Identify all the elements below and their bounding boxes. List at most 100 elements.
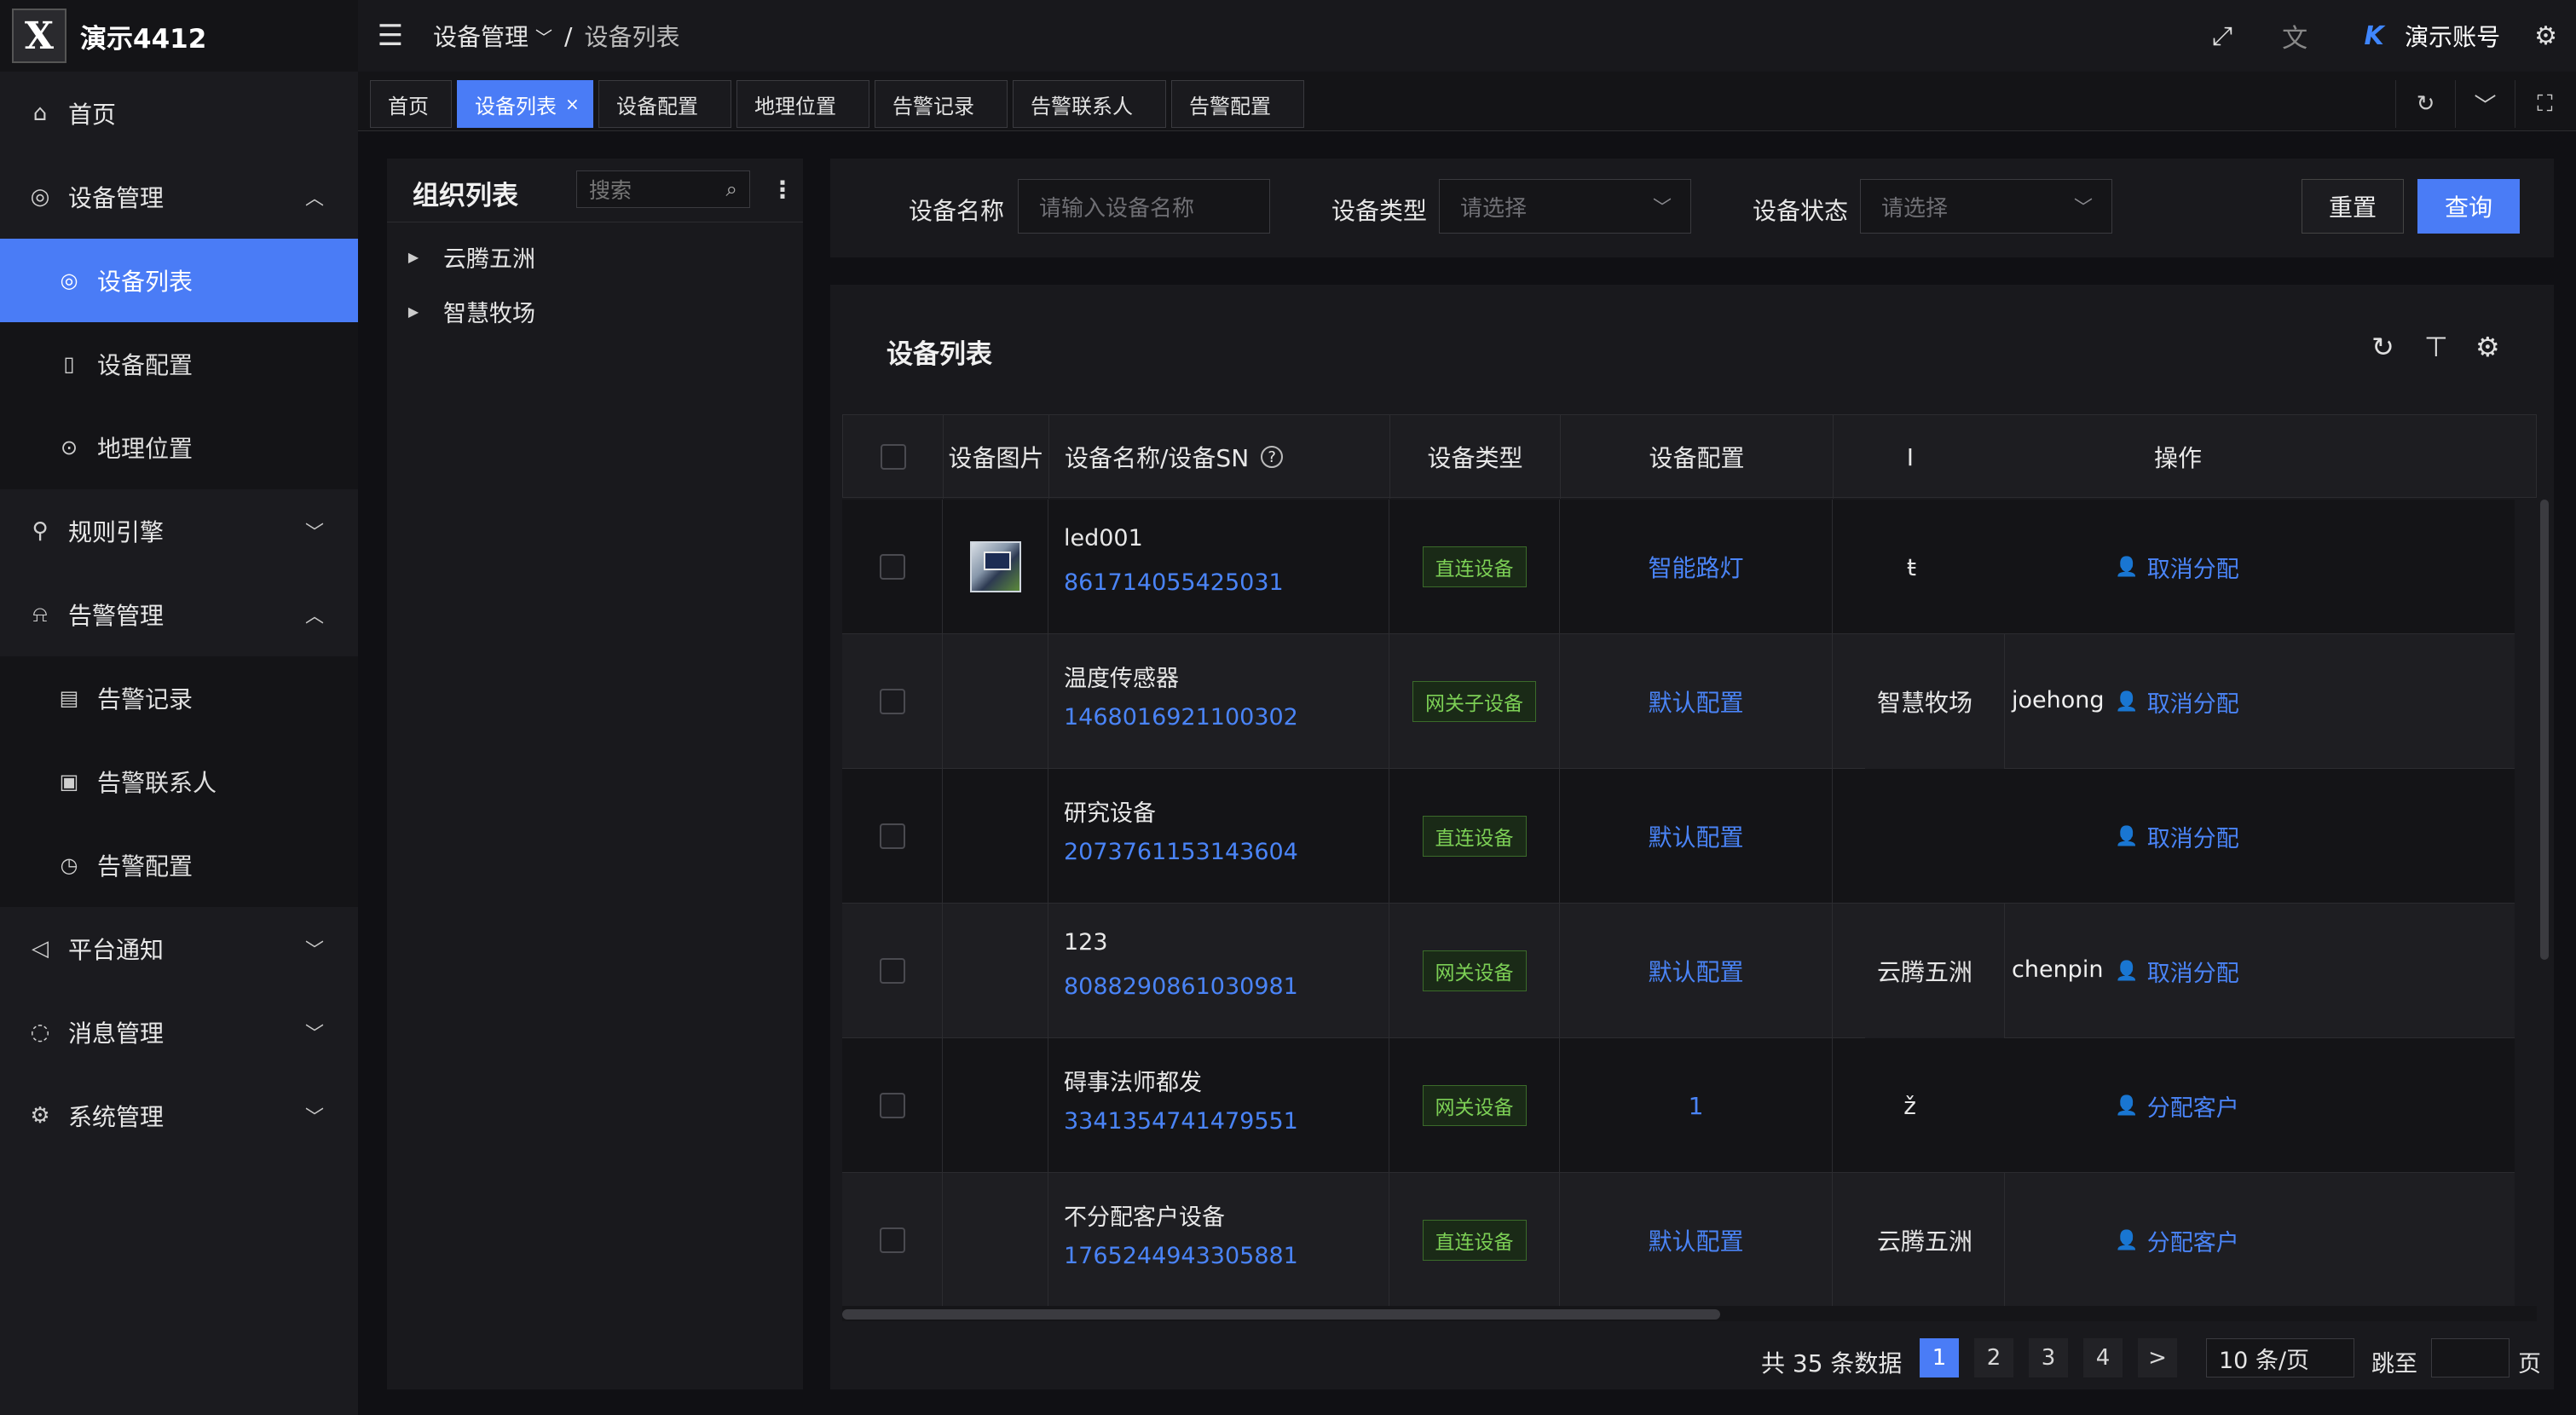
- chevron-down-icon[interactable]: ﹀: [2455, 80, 2515, 128]
- column-height-icon[interactable]: ⊤: [2424, 331, 2448, 363]
- vertical-scrollbar[interactable]: [2540, 500, 2549, 960]
- op-link[interactable]: 👤 取消分配: [2115, 685, 2238, 719]
- tab-bar: 首页 设备列表 × 设备配置 地理位置 告警记录 告警联系人 告警配置 ↻ ﹀ ⛶: [358, 72, 2576, 131]
- table-row: led001 861714055425031 直连设备 智能路灯 ŧ 👤 取消分配: [842, 500, 2515, 634]
- op-link[interactable]: 👤 取消分配: [2115, 955, 2238, 988]
- device-thumbnail[interactable]: [969, 541, 1021, 592]
- device-config-link[interactable]: 智能路灯: [1648, 550, 1743, 584]
- sidebar-item-device-list[interactable]: ◎ 设备列表: [0, 239, 358, 322]
- row-checkbox[interactable]: [879, 958, 905, 984]
- sidebar-item-system-mgmt[interactable]: ⚙ 系统管理 ﹀: [0, 1074, 358, 1158]
- breadcrumb-item[interactable]: 设备管理: [433, 19, 528, 53]
- more-vertical-icon[interactable]: ⋮: [771, 176, 794, 204]
- tab-geo-location[interactable]: 地理位置: [736, 80, 869, 128]
- sidebar-item-home[interactable]: ⌂ 首页: [0, 72, 358, 155]
- device-config-link[interactable]: 默认配置: [1648, 684, 1743, 719]
- gear-icon[interactable]: ⚙: [2534, 21, 2557, 51]
- op-link[interactable]: 👤 取消分配: [2115, 820, 2238, 853]
- page-button[interactable]: 4: [2083, 1338, 2123, 1377]
- scrollbar-thumb[interactable]: [842, 1309, 1720, 1320]
- op-cell: 👤 取消分配: [1921, 500, 2433, 634]
- page-button[interactable]: 1: [1920, 1338, 1959, 1377]
- sidebar-item-platform-notice[interactable]: ◁ 平台通知 ﹀: [0, 907, 358, 991]
- sidebar-item-geo-location[interactable]: ⊙ 地理位置: [0, 406, 358, 489]
- device-config-link[interactable]: 默认配置: [1648, 954, 1743, 988]
- device-sn-link[interactable]: 1468016921100302: [1064, 704, 1298, 731]
- sidebar-item-rule-engine[interactable]: ⚲ 规则引擎 ﹀: [0, 489, 358, 573]
- device-type-select[interactable]: 请选择 ﹀: [1439, 179, 1691, 234]
- sidebar-item-alarm-records[interactable]: ▤ 告警记录: [0, 656, 358, 740]
- row-checkbox[interactable]: [879, 823, 905, 849]
- page-button[interactable]: 3: [2029, 1338, 2068, 1377]
- refresh-icon[interactable]: ↻: [2395, 80, 2455, 128]
- gear-icon[interactable]: ⚙: [2475, 331, 2500, 363]
- sidebar-item-device-mgmt[interactable]: ◎ 设备管理 ︿: [0, 155, 358, 239]
- sidebar-item-alarm-contacts[interactable]: ▣ 告警联系人: [0, 740, 358, 823]
- close-icon[interactable]: ×: [565, 94, 580, 114]
- row-checkbox[interactable]: [879, 1093, 905, 1118]
- chevron-down-icon: ﹀: [1652, 198, 1672, 219]
- tab-device-list[interactable]: 设备列表 ×: [457, 80, 593, 128]
- sidebar-item-message-mgmt[interactable]: ◌ 消息管理 ﹀: [0, 991, 358, 1074]
- row-checkbox[interactable]: [879, 554, 905, 580]
- column-header-label: 操作: [2153, 444, 2202, 472]
- translate-icon[interactable]: 文: [2282, 17, 2307, 55]
- user-icon: 👤: [2115, 690, 2139, 713]
- device-sn-link[interactable]: 1765244943305881: [1064, 1243, 1298, 1269]
- next-page-button[interactable]: >: [2138, 1338, 2177, 1377]
- jump-page-input[interactable]: [2431, 1338, 2510, 1377]
- tab-alarm-config[interactable]: 告警配置: [1171, 80, 1304, 128]
- sidebar-item-label: 规则引擎: [68, 518, 165, 546]
- maximize-icon[interactable]: ⛶: [2515, 80, 2574, 128]
- page-button[interactable]: 2: [1974, 1338, 2013, 1377]
- search-placeholder: 搜索: [589, 178, 632, 203]
- alarm-submenu: ▤ 告警记录 ▣ 告警联系人 ◷ 告警配置: [0, 656, 358, 907]
- tab-alarm-records[interactable]: 告警记录: [875, 80, 1008, 128]
- select-all-checkbox[interactable]: [880, 444, 906, 470]
- account-name[interactable]: 演示账号: [2405, 19, 2500, 53]
- menu-collapse-icon[interactable]: ☰: [373, 19, 407, 53]
- device-config-link[interactable]: 1: [1689, 1092, 1704, 1120]
- refresh-icon[interactable]: ↻: [2371, 331, 2394, 363]
- device-status-select[interactable]: 请选择 ﹀: [1860, 179, 2112, 234]
- sidebar-item-alarm-mgmt[interactable]: ⍾ 告警管理 ︿: [0, 573, 358, 656]
- type-cell: 网关设备: [1389, 904, 1560, 1038]
- sidebar-item-alarm-config[interactable]: ◷ 告警配置: [0, 823, 358, 907]
- row-checkbox[interactable]: [879, 1227, 905, 1253]
- device-config-link[interactable]: 默认配置: [1648, 819, 1743, 853]
- column-header: 设备名称/设备SN ?: [1049, 415, 1390, 499]
- caret-right-icon[interactable]: ▶: [401, 303, 426, 320]
- op-link[interactable]: 👤 分配客户: [2115, 1089, 2238, 1123]
- overlap-text: joehong: [2012, 687, 2105, 713]
- org-search-input[interactable]: 搜索 ⌕: [576, 170, 750, 208]
- horizontal-scrollbar[interactable]: [842, 1306, 2537, 1321]
- select-cell: [842, 1173, 943, 1308]
- tab-home[interactable]: 首页: [370, 80, 452, 128]
- device-sn-link[interactable]: 2073761153143604: [1064, 839, 1298, 865]
- device-name-input[interactable]: 请输入设备名称: [1018, 179, 1270, 234]
- chevron-down-icon[interactable]: ﹀: [535, 24, 552, 49]
- device-sn-link[interactable]: 8088290861030981: [1064, 973, 1298, 1000]
- device-sn-link[interactable]: 861714055425031: [1064, 569, 1284, 596]
- device-sn-link[interactable]: 3341354741479551: [1064, 1108, 1298, 1135]
- fullscreen-icon[interactable]: ⤢: [2212, 21, 2232, 51]
- query-button[interactable]: 查询: [2417, 179, 2520, 234]
- search-icon[interactable]: ⌕: [726, 177, 737, 201]
- tab-alarm-contacts[interactable]: 告警联系人: [1013, 80, 1166, 128]
- org-panel: 组织列表 搜索 ⌕ ⋮ ▶ 云腾五洲 ▶ 智慧牧场: [387, 159, 803, 1389]
- op-link[interactable]: 👤 取消分配: [2115, 551, 2238, 584]
- tree-node[interactable]: ▶ 智慧牧场: [401, 295, 535, 328]
- help-circle-icon[interactable]: ?: [1261, 446, 1284, 468]
- device-icon: ◎: [30, 184, 50, 210]
- reset-button[interactable]: 重置: [2302, 179, 2404, 234]
- device-config-link[interactable]: 默认配置: [1648, 1223, 1743, 1257]
- avatar[interactable]: K: [2355, 20, 2393, 51]
- caret-right-icon[interactable]: ▶: [401, 249, 426, 265]
- sidebar-item-label: 地理位置: [97, 435, 193, 463]
- page-size-select[interactable]: 10 条/页: [2206, 1338, 2354, 1377]
- row-checkbox[interactable]: [879, 689, 905, 714]
- op-link[interactable]: 👤 分配客户: [2115, 1224, 2238, 1257]
- tree-node[interactable]: ▶ 云腾五洲: [401, 240, 535, 274]
- tab-device-config[interactable]: 设备配置: [598, 80, 731, 128]
- sidebar-item-device-config[interactable]: ▯ 设备配置: [0, 322, 358, 406]
